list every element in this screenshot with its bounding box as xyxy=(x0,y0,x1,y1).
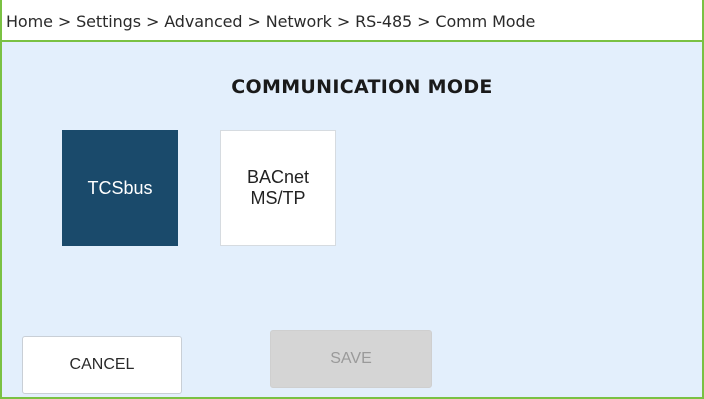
cancel-button[interactable]: CANCEL xyxy=(22,336,182,394)
save-button[interactable]: SAVE xyxy=(270,330,432,388)
comm-mode-screen: Home > Settings > Advanced > Network > R… xyxy=(0,0,704,399)
mode-tile-label: TCSbus xyxy=(87,177,153,198)
breadcrumb[interactable]: Home > Settings > Advanced > Network > R… xyxy=(6,12,535,31)
mode-tile-label: BACnet MS/TP xyxy=(246,167,310,208)
mode-tile-bacnet-mstp[interactable]: BACnet MS/TP xyxy=(220,130,336,246)
mode-tile-tcsbus[interactable]: TCSbus xyxy=(62,130,178,246)
page-title: COMMUNICATION MODE xyxy=(231,76,493,98)
breadcrumb-bar: Home > Settings > Advanced > Network > R… xyxy=(2,0,702,42)
